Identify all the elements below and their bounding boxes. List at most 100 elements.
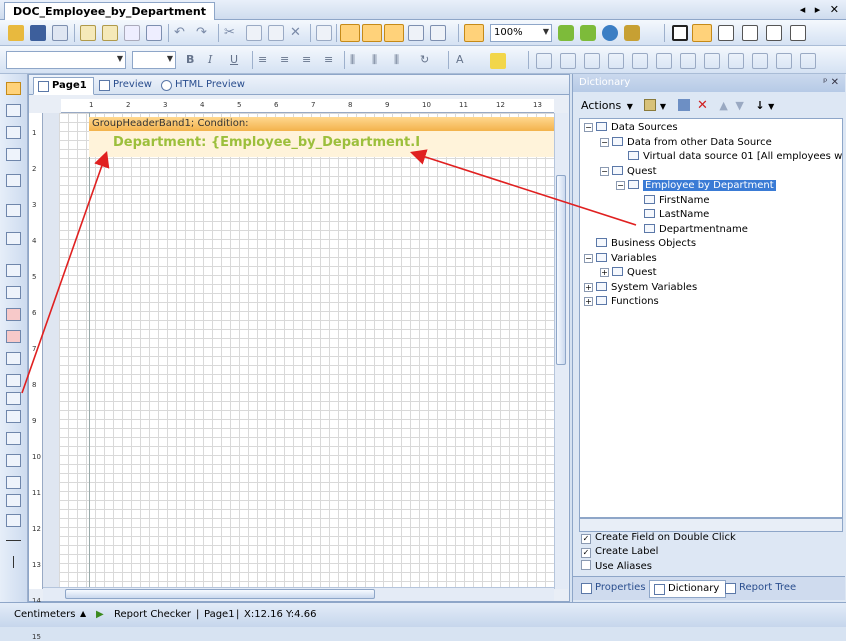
expander-icon[interactable]: +	[584, 297, 593, 306]
delete-icon[interactable]: ✕	[697, 98, 708, 113]
chart-icon[interactable]	[6, 476, 21, 489]
option-create-label[interactable]: ✓ Create Label	[581, 546, 658, 560]
pin-close-icons[interactable]: ᵖ ✕	[823, 77, 839, 88]
check-box-icon[interactable]	[6, 374, 21, 387]
expander-icon[interactable]: −	[616, 181, 625, 190]
valign-bottom-icon[interactable]: ⫼	[394, 53, 410, 69]
tab-dictionary[interactable]: Dictionary	[649, 580, 727, 598]
vertical-scroll-thumb[interactable]	[556, 175, 566, 365]
align-center-icon[interactable]: ≡	[280, 53, 296, 69]
make-same-size-icon[interactable]	[704, 53, 720, 69]
edit-icon[interactable]	[677, 99, 690, 111]
border-top-icon[interactable]	[718, 25, 734, 41]
tree-node[interactable]: FirstName	[632, 194, 710, 208]
cross-bands-icon[interactable]	[6, 204, 21, 217]
delete-page-icon[interactable]	[146, 25, 162, 41]
center-vertically-icon[interactable]	[800, 53, 816, 69]
align-middles-icon[interactable]	[656, 53, 672, 69]
tree-node[interactable]: Virtual data source 01 [All employees wi…	[616, 150, 842, 164]
settings-icon[interactable]	[624, 25, 640, 41]
show-headers-icon[interactable]	[384, 24, 404, 42]
checkbox[interactable]: ✓	[581, 548, 591, 558]
font-name-select[interactable]: ▼	[6, 51, 126, 69]
tree-node[interactable]: + Functions	[584, 295, 659, 309]
actions-menu[interactable]: Actions	[581, 99, 621, 112]
tree-node[interactable]: − Quest	[600, 165, 657, 179]
tree-node[interactable]: − Data from other Data Source	[600, 136, 772, 150]
new-page-icon[interactable]	[80, 25, 96, 41]
panel-icon[interactable]	[6, 392, 21, 405]
tree-node[interactable]: LastName	[632, 208, 709, 222]
delete-icon[interactable]: ✕	[290, 25, 306, 41]
tree-node[interactable]: − Variables	[584, 252, 657, 266]
expander-icon[interactable]: −	[584, 253, 593, 263]
align-grid-icon[interactable]	[536, 53, 552, 69]
rich-text-icon[interactable]	[6, 308, 21, 321]
border-bottom-icon[interactable]	[742, 25, 758, 41]
justify-icon[interactable]: ≡	[324, 53, 340, 69]
horizontal-scroll-thumb[interactable]	[65, 589, 375, 599]
horizontal-line-icon[interactable]	[6, 540, 21, 541]
layout-menu-icon[interactable]	[430, 25, 446, 41]
align-rights-icon[interactable]	[608, 53, 624, 69]
align-left-icon[interactable]: ≡	[258, 53, 274, 69]
align-lefts-icon[interactable]	[560, 53, 576, 69]
align-tops-icon[interactable]	[632, 53, 648, 69]
align-centers-icon[interactable]	[584, 53, 600, 69]
expander-icon[interactable]: −	[584, 123, 593, 132]
tab-properties[interactable]: Properties	[577, 580, 652, 598]
expander-icon[interactable]: −	[600, 137, 609, 147]
new-form-icon[interactable]	[102, 25, 118, 41]
open-icon[interactable]	[8, 25, 24, 41]
option-use-aliases[interactable]: Use Aliases	[581, 560, 652, 574]
document-tab[interactable]: DOC_Employee_by_Department	[4, 2, 215, 20]
pointer-icon[interactable]	[6, 82, 21, 95]
tree-node[interactable]: Departmentname	[632, 223, 748, 237]
department-text-component[interactable]: Department: {Employee_by_Department.I	[113, 135, 420, 150]
tree-horizontal-scrollbar[interactable]	[579, 518, 843, 532]
vertical-line-icon[interactable]	[13, 556, 14, 568]
units-selector[interactable]: Centimeters	[14, 609, 75, 620]
tab-html-preview[interactable]: HTML Preview	[157, 77, 251, 95]
bands-icon[interactable]	[6, 174, 21, 187]
valign-top-icon[interactable]: ⫼	[350, 53, 366, 69]
tree-node[interactable]: − Employee by Department	[616, 179, 776, 193]
center-horizontally-icon[interactable]	[776, 53, 792, 69]
expander-icon[interactable]: +	[584, 282, 593, 292]
redo-icon[interactable]: ↷	[196, 25, 212, 41]
report-page-grid[interactable]	[59, 113, 554, 589]
window-controls[interactable]: ◂ ▸ ✕	[800, 3, 842, 16]
hand-icon[interactable]	[6, 104, 21, 117]
border-outline-icon[interactable]	[692, 24, 712, 42]
tab-report-tree[interactable]: Report Tree	[721, 580, 802, 598]
page-setup-icon[interactable]	[124, 25, 140, 41]
clone-icon[interactable]	[6, 432, 21, 445]
move-down-icon[interactable]: ▼	[735, 99, 743, 112]
copy-icon[interactable]	[246, 25, 262, 41]
tree-node[interactable]: + System Variables	[584, 281, 697, 295]
expander-icon[interactable]: +	[600, 268, 609, 277]
expander-icon[interactable]: −	[600, 166, 609, 176]
checkbox[interactable]: ✓	[581, 534, 591, 544]
border-right-icon[interactable]	[790, 25, 806, 41]
option-create-field[interactable]: ✓ Create Field on Double Click	[581, 532, 736, 546]
image-icon[interactable]	[6, 454, 21, 467]
show-grid-icon[interactable]	[340, 24, 360, 42]
zoom-page-icon[interactable]	[464, 24, 484, 42]
table-icon[interactable]	[6, 410, 21, 423]
text-editor-icon[interactable]	[6, 126, 21, 139]
zoom-out-icon[interactable]	[580, 25, 596, 41]
group-header-band-title[interactable]: GroupHeaderBand1; Condition:	[89, 117, 554, 131]
text-in-cells-icon[interactable]	[6, 286, 21, 299]
barcode-icon[interactable]	[6, 494, 21, 507]
underline-icon[interactable]: U	[230, 53, 246, 69]
border-all-icon[interactable]	[672, 25, 688, 41]
make-same-width-icon[interactable]	[728, 53, 744, 69]
undo-icon[interactable]: ↶	[174, 25, 190, 41]
globe-icon[interactable]	[602, 25, 618, 41]
rectangle-icon[interactable]	[6, 352, 21, 365]
tab-preview[interactable]: Preview	[95, 77, 158, 95]
text-component-icon[interactable]	[6, 264, 21, 277]
make-same-height-icon[interactable]	[752, 53, 768, 69]
align-right-icon[interactable]: ≡	[302, 53, 318, 69]
